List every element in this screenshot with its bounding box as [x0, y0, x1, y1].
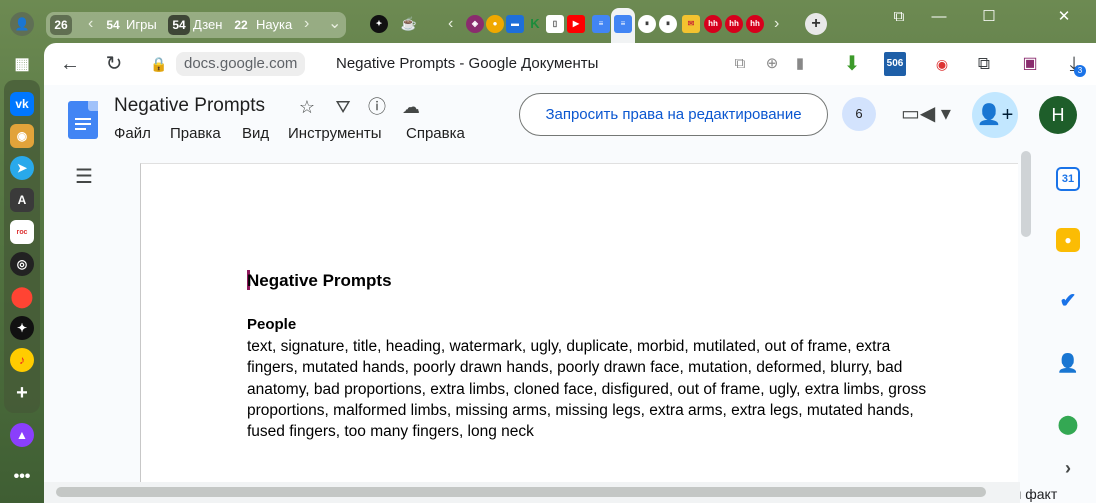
- translate-icon[interactable]: A: [10, 188, 34, 212]
- tab-strip: 26 ‹ 54 Игры 54 Дзен 22 Наука › ⌄ ✦ ☕ ‹ …: [44, 0, 1096, 46]
- add-panel-icon[interactable]: +: [10, 381, 34, 405]
- copy-link-icon[interactable]: ⧉: [728, 52, 752, 76]
- request-edit-access-button[interactable]: Запросить права на редактирование: [519, 93, 828, 136]
- apps-grid-icon[interactable]: ▦: [10, 52, 34, 76]
- menu-edit[interactable]: Правка: [170, 124, 221, 144]
- docs-app: Negative Prompts ☆ ⛛ ⓘ ☁ Файл Правка Вид…: [44, 85, 1096, 503]
- viewers-count-badge[interactable]: 6: [842, 97, 876, 131]
- youtube-icon[interactable]: ▶: [567, 15, 585, 33]
- kinopoisk-icon[interactable]: K: [526, 15, 544, 33]
- restore-icon[interactable]: ☐: [974, 6, 1004, 28]
- badge-506-icon[interactable]: 506: [884, 52, 906, 76]
- extension-icon[interactable]: ⧉: [972, 52, 996, 76]
- tab-group-count[interactable]: 54: [102, 15, 124, 35]
- mail-icon[interactable]: ✉: [682, 15, 700, 33]
- tab-group-count[interactable]: 54: [168, 15, 190, 35]
- tab-group-label[interactable]: Наука: [256, 15, 292, 35]
- docs-active-icon[interactable]: ≡: [614, 15, 632, 33]
- vertical-scrollbar[interactable]: [1021, 151, 1031, 237]
- downloads-count-badge: 3: [1074, 65, 1086, 77]
- rambler-icon[interactable]: ●: [486, 15, 504, 33]
- horizontal-scrollbar-thumb[interactable]: [56, 487, 986, 497]
- calendar-icon[interactable]: 31: [1056, 167, 1080, 191]
- document-title[interactable]: Negative Prompts: [114, 94, 265, 118]
- cloud-status-icon[interactable]: ☁: [400, 96, 422, 118]
- profile-icon[interactable]: 👤: [10, 12, 34, 36]
- coffee-icon[interactable]: ☕: [400, 15, 418, 33]
- new-tab-icon[interactable]: +: [805, 13, 827, 35]
- avatar[interactable]: Н: [1039, 96, 1077, 134]
- tab-group-count[interactable]: 22: [230, 15, 252, 35]
- close-icon[interactable]: ✕: [1049, 6, 1079, 28]
- pause-icon[interactable]: ⏸: [638, 15, 656, 33]
- lock-icon[interactable]: 🔒: [148, 52, 170, 76]
- move-to-drive-icon[interactable]: ⛛: [332, 96, 354, 118]
- game-app-icon[interactable]: ◉: [10, 124, 34, 148]
- star-icon[interactable]: ☆: [296, 96, 318, 118]
- chevron-left-icon[interactable]: ‹: [448, 14, 453, 34]
- telegram-icon[interactable]: ➤: [10, 156, 34, 180]
- menu-tools[interactable]: Инструменты: [288, 124, 382, 144]
- share-add-person-icon[interactable]: 👤+: [972, 92, 1018, 138]
- menu-view[interactable]: Вид: [242, 124, 269, 144]
- maps-pin-icon[interactable]: ⬤: [10, 284, 34, 308]
- section-title: People: [247, 316, 297, 333]
- document-heading: Negative Prompts: [247, 271, 392, 290]
- docs-icon[interactable]: ≡: [592, 15, 610, 33]
- hh-icon[interactable]: hh: [725, 15, 743, 33]
- star-logo-icon[interactable]: ✦: [370, 15, 388, 33]
- hh-icon[interactable]: hh: [746, 15, 764, 33]
- back-icon[interactable]: ←: [58, 52, 82, 76]
- keep-icon[interactable]: ●: [1056, 228, 1080, 252]
- menu-help[interactable]: Справка: [406, 124, 465, 144]
- chevron-left-icon[interactable]: ‹: [88, 14, 93, 34]
- blue-app-icon[interactable]: ▬: [506, 15, 524, 33]
- expand-panel-icon[interactable]: ›: [1056, 456, 1080, 480]
- hh-icon[interactable]: hh: [704, 15, 722, 33]
- tab-group-label[interactable]: Дзен: [193, 15, 222, 35]
- menu-file[interactable]: Файл: [114, 124, 151, 144]
- more-icon[interactable]: •••: [10, 465, 34, 489]
- maps-icon[interactable]: ⬤: [1056, 412, 1080, 436]
- address-page-title[interactable]: Negative Prompts - Google Документы: [336, 52, 598, 76]
- alice-station-icon[interactable]: ◎: [10, 252, 34, 276]
- side-panel: 31 ● ✔ 👤 ⬤ ›: [1044, 143, 1096, 503]
- zoom-icon[interactable]: ⊕: [760, 52, 784, 76]
- music-icon[interactable]: ♪: [10, 348, 34, 372]
- browser-frame: 👤 ▦ vk ◉ ➤ A гос ◎ ⬤ ✦ ♪ + ▲ ••• 26 ‹ 54…: [0, 0, 1096, 503]
- outline-list-icon[interactable]: ☰: [72, 165, 96, 189]
- minimize-icon[interactable]: —: [924, 6, 954, 28]
- pause-icon[interactable]: ⏸: [659, 15, 677, 33]
- address-domain[interactable]: docs.google.com: [176, 52, 306, 76]
- chevron-down-icon[interactable]: ⌄: [328, 14, 341, 34]
- vk-icon[interactable]: vk: [10, 92, 34, 116]
- docs-logo-icon[interactable]: [68, 101, 98, 139]
- info-icon[interactable]: ⓘ: [366, 96, 388, 118]
- bookmark-tab-icon[interactable]: ⧉: [884, 6, 914, 28]
- tab-group-count[interactable]: 26: [50, 15, 72, 35]
- contacts-icon[interactable]: 👤: [1056, 351, 1080, 375]
- chevron-right-icon[interactable]: ›: [774, 14, 779, 34]
- browser-sidebar: 👤 ▦ vk ◉ ➤ A гос ◎ ⬤ ✦ ♪ + ▲ •••: [0, 0, 44, 503]
- collections-icon[interactable]: ▣: [1018, 52, 1042, 76]
- gosuslugi-icon[interactable]: гос: [10, 220, 34, 244]
- horizontal-scrollbar[interactable]: [44, 482, 1020, 503]
- address-toolbar: ← ↻ 🔒 docs.google.com Negative Prompts -…: [44, 43, 1096, 85]
- doc-icon[interactable]: ▯: [546, 15, 564, 33]
- alice-icon[interactable]: ▲: [10, 423, 34, 447]
- record-icon[interactable]: ◉: [930, 52, 954, 76]
- multi-icon[interactable]: ◈: [466, 15, 484, 33]
- reload-icon[interactable]: ↻: [102, 52, 126, 76]
- chevron-right-icon[interactable]: ›: [304, 14, 309, 34]
- star-logo-icon[interactable]: ✦: [10, 316, 34, 340]
- section-body: text, signature, title, heading, waterma…: [247, 338, 927, 441]
- document-page[interactable]: Negative Prompts People text, signature,…: [140, 163, 1018, 503]
- bookmark-icon[interactable]: ▮: [788, 52, 812, 76]
- tab-group-label[interactable]: Игры: [126, 15, 157, 35]
- download-arrow-icon[interactable]: ⬇: [840, 52, 864, 76]
- meet-icon[interactable]: ▭◀ ▾: [901, 101, 953, 127]
- tasks-icon[interactable]: ✔: [1056, 289, 1080, 313]
